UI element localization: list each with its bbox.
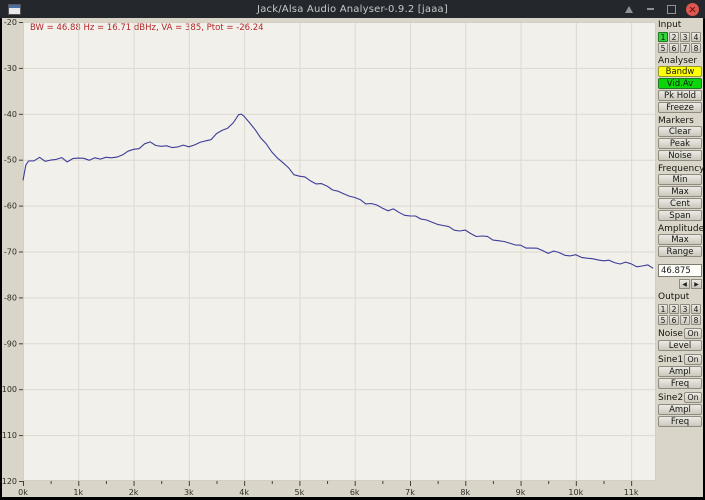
sine2-row: Sine2 On: [658, 392, 702, 403]
output-section-label: Output: [658, 292, 690, 302]
frequency-min-button[interactable]: Min: [658, 174, 702, 185]
noise-label: Noise: [658, 328, 683, 339]
freq-step-spinner: ◀ ▶: [658, 279, 702, 289]
frequency-cent-button[interactable]: Cent: [658, 198, 702, 209]
maximize-icon[interactable]: [665, 3, 677, 15]
input-5-button[interactable]: 5: [658, 43, 668, 53]
control-panel: Input 1 2 3 4 5 6 7 8 Analyser Bandw Vid…: [656, 18, 705, 497]
frequency-max-button[interactable]: Max: [658, 186, 702, 197]
amplitude-section-label: Amplitude: [658, 224, 705, 234]
titlebar-buttons: [623, 0, 699, 18]
output-5-button[interactable]: 5: [658, 315, 668, 325]
markers-noise-button[interactable]: Noise: [658, 150, 702, 161]
sine2-label: Sine2: [658, 392, 684, 403]
close-icon[interactable]: [686, 2, 699, 16]
app-window-icon: [8, 4, 21, 15]
amplitude-range-button[interactable]: Range: [658, 246, 702, 257]
output-2-button[interactable]: 2: [669, 304, 679, 314]
input-4-button[interactable]: 4: [691, 32, 701, 42]
output-channel-buttons: 1 2 3 4 5 6 7 8: [658, 304, 703, 325]
sine1-label: Sine1: [658, 354, 684, 365]
noise-on-button[interactable]: On: [684, 328, 702, 339]
markers-section-label: Markers: [658, 116, 694, 126]
input-8-button[interactable]: 8: [691, 43, 701, 53]
markers-peak-button[interactable]: Peak: [658, 138, 702, 149]
spinner-left-icon[interactable]: ◀: [679, 279, 690, 289]
sine1-ampl-button[interactable]: Ampl: [658, 366, 702, 377]
input-7-button[interactable]: 7: [680, 43, 690, 53]
output-3-button[interactable]: 3: [680, 304, 690, 314]
sine2-on-button[interactable]: On: [684, 392, 702, 403]
output-1-button[interactable]: 1: [658, 304, 668, 314]
amplitude-max-button[interactable]: Max: [658, 234, 702, 245]
window-title: Jack/Alsa Audio Analyser-0.9.2 [jaaa]: [257, 3, 448, 15]
vidav-button[interactable]: Vid.Av: [658, 78, 702, 89]
jaaa-window: Jack/Alsa Audio Analyser-0.9.2 [jaaa] BW…: [0, 0, 705, 500]
input-channel-buttons: 1 2 3 4 5 6 7 8: [658, 32, 703, 53]
input-6-button[interactable]: 6: [669, 43, 679, 53]
sine1-on-button[interactable]: On: [684, 354, 702, 365]
output-4-button[interactable]: 4: [691, 304, 701, 314]
freq-step-field[interactable]: 46.875: [658, 264, 702, 277]
freeze-button[interactable]: Freeze: [658, 102, 702, 113]
input-section-label: Input: [658, 20, 682, 30]
input-3-button[interactable]: 3: [680, 32, 690, 42]
minimize-icon[interactable]: [644, 3, 656, 15]
output-6-button[interactable]: 6: [669, 315, 679, 325]
markers-clear-button[interactable]: Clear: [658, 126, 702, 137]
noise-row: Noise On: [658, 328, 702, 339]
input-2-button[interactable]: 2: [669, 32, 679, 42]
noise-level-button[interactable]: Level: [658, 340, 702, 351]
stick-icon[interactable]: [623, 3, 635, 15]
titlebar: Jack/Alsa Audio Analyser-0.9.2 [jaaa]: [0, 0, 705, 19]
frequency-span-button[interactable]: Span: [658, 210, 702, 221]
output-7-button[interactable]: 7: [680, 315, 690, 325]
bandw-button[interactable]: Bandw: [658, 66, 702, 77]
pk-hold-button[interactable]: Pk Hold: [658, 90, 702, 101]
input-1-button[interactable]: 1: [658, 32, 668, 42]
info-readout: BW = 46.88 Hz = 16.71 dBHz, VA = 385, Pt…: [30, 23, 264, 33]
plot-background: [23, 22, 656, 481]
analyser-section-label: Analyser: [658, 56, 698, 66]
output-8-button[interactable]: 8: [691, 315, 701, 325]
sine2-freq-button[interactable]: Freq: [658, 416, 702, 427]
sine2-ampl-button[interactable]: Ampl: [658, 404, 702, 415]
analyser-content: BW = 46.88 Hz = 16.71 dBHz, VA = 385, Pt…: [2, 18, 705, 497]
spinner-right-icon[interactable]: ▶: [691, 279, 702, 289]
sine1-freq-button[interactable]: Freq: [658, 378, 702, 389]
sine1-row: Sine1 On: [658, 354, 702, 365]
frequency-section-label: Frequency: [658, 164, 705, 174]
